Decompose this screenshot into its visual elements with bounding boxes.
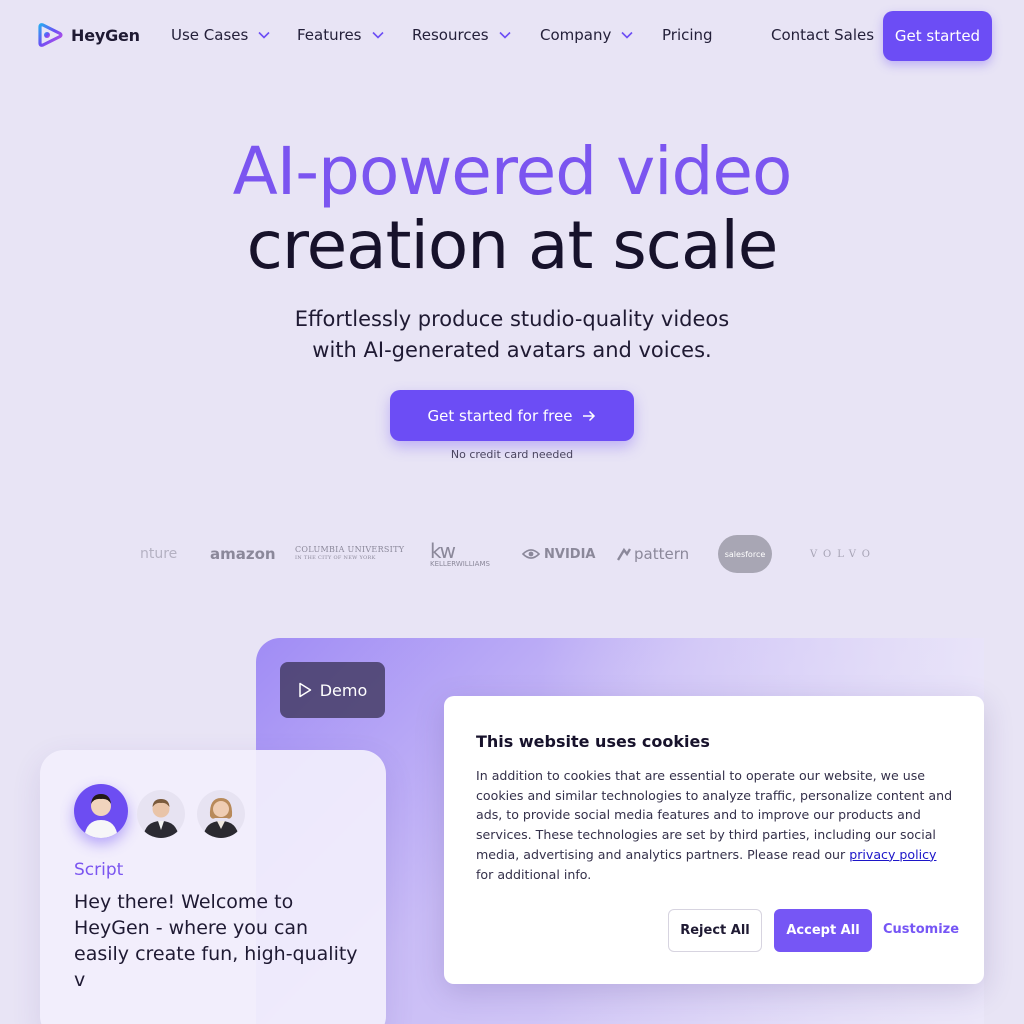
heygen-logo-icon <box>38 23 63 47</box>
accept-all-button[interactable]: Accept All <box>774 909 872 952</box>
chevron-down-icon <box>499 31 511 39</box>
nav-resources-label: Resources <box>412 26 489 44</box>
columbia-logo-line2: IN THE CITY OF NEW YORK <box>295 555 376 561</box>
avatar-man-suit[interactable] <box>137 790 185 838</box>
pattern-mark-icon <box>617 547 631 561</box>
customer-logos: nture amazon COLUMBIA UNIVERSITY IN THE … <box>140 530 880 578</box>
demo-button[interactable]: Demo <box>280 662 385 718</box>
reject-all-button[interactable]: Reject All <box>668 909 762 952</box>
avatar-woman[interactable] <box>197 790 245 838</box>
columbia-logo: COLUMBIA UNIVERSITY IN THE CITY OF NEW Y… <box>295 530 404 578</box>
hero-subtitle: Effortlessly produce studio-quality vide… <box>0 304 1024 366</box>
nvidia-logo-text: NVIDIA <box>544 546 596 562</box>
script-label: Script <box>74 860 124 880</box>
pattern-logo-text: pattern <box>634 545 690 563</box>
chevron-down-icon <box>621 31 633 39</box>
nav-features[interactable]: Features <box>297 26 384 44</box>
salesforce-cloud: salesforce <box>718 535 772 573</box>
play-icon <box>298 682 311 698</box>
cookie-body: In addition to cookies that are essentia… <box>476 766 956 884</box>
get-started-button[interactable]: Get started <box>883 11 992 61</box>
keller-williams-logo: kw KELLERWILLIAMS <box>430 530 490 578</box>
nav-company[interactable]: Company <box>540 26 633 44</box>
columbia-logo-line1: COLUMBIA UNIVERSITY <box>295 545 405 554</box>
top-nav: HeyGen Use Cases Features Resources Comp… <box>0 0 1024 72</box>
hero-subtitle-line1: Effortlessly produce studio-quality vide… <box>294 307 730 331</box>
kw-name: KELLERWILLIAMS <box>430 559 490 568</box>
accenture-logo: nture <box>140 546 178 562</box>
contact-sales-link[interactable]: Contact Sales <box>771 26 874 44</box>
hero-title-line2: creation at scale <box>246 207 779 284</box>
privacy-policy-link[interactable]: privacy policy <box>849 847 936 862</box>
volvo-logo: VOLVO <box>810 548 876 560</box>
amazon-logo: amazon <box>210 530 276 578</box>
brand-logo[interactable]: HeyGen <box>38 22 140 48</box>
demo-button-label: Demo <box>319 680 368 700</box>
nav-pricing-label: Pricing <box>662 26 713 44</box>
chevron-down-icon <box>258 31 270 39</box>
arrow-right-icon <box>583 410 596 421</box>
script-text[interactable]: Hey there! Welcome to HeyGen - where you… <box>74 889 364 993</box>
kw-mark: kw <box>430 538 456 563</box>
amazon-logo-text: amazon <box>210 545 276 563</box>
nav-features-label: Features <box>297 26 362 44</box>
cta-label: Get started for free <box>427 406 573 425</box>
avatar-portrait-icon <box>203 798 239 838</box>
cookie-body-tail: for additional info. <box>476 866 592 882</box>
avatar-young-man[interactable] <box>74 784 128 838</box>
brand-name: HeyGen <box>71 25 140 45</box>
nvidia-eye-icon <box>522 549 540 559</box>
salesforce-logo: salesforce <box>718 530 772 578</box>
hero-title-line1: AI-powered video <box>232 133 793 210</box>
nav-use-cases[interactable]: Use Cases <box>171 26 270 44</box>
chevron-down-icon <box>371 31 384 39</box>
avatar-portrait-icon <box>143 799 179 838</box>
pattern-logo: pattern <box>617 530 689 578</box>
get-started-free-button[interactable]: Get started for free <box>390 390 634 441</box>
nav-pricing[interactable]: Pricing <box>662 26 713 44</box>
hero-subtitle-line2: with AI-generated avatars and voices. <box>312 338 712 362</box>
avatar-portrait-icon <box>84 794 118 838</box>
nav-resources[interactable]: Resources <box>412 26 511 44</box>
nvidia-logo: NVIDIA <box>522 530 595 578</box>
customize-button[interactable]: Customize <box>883 922 959 937</box>
no-credit-card-note: No credit card needed <box>450 448 574 461</box>
cookie-title: This website uses cookies <box>476 732 710 751</box>
nav-company-label: Company <box>540 26 612 44</box>
nav-use-cases-label: Use Cases <box>171 26 249 44</box>
